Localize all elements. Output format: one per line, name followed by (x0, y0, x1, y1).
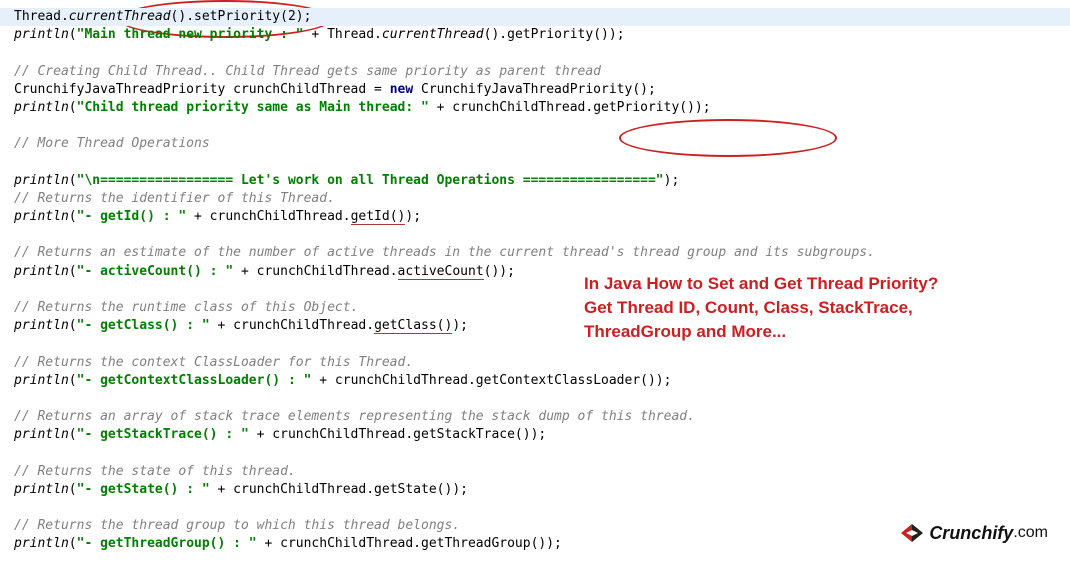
crunchify-logo: Crunchify.com (899, 521, 1048, 546)
code-line-blank (14, 445, 1056, 463)
code-line-blank (14, 499, 1056, 517)
code-comment: // More Thread Operations (14, 135, 1056, 153)
code-comment: // Returns an array of stack trace eleme… (14, 408, 1056, 426)
code-comment: // Returns the identifier of this Thread… (14, 190, 1056, 208)
code-line-5: CrunchifyJavaThreadPriority crunchChildT… (14, 81, 1056, 99)
code-line-12: println("- getId() : " + crunchChildThre… (14, 208, 1056, 226)
code-line-21: println("- getContextClassLoader() : " +… (14, 372, 1056, 390)
code-comment: // Returns an estimate of the number of … (14, 244, 1056, 262)
code-line-6: println("Child thread priority same as M… (14, 99, 1056, 117)
code-line-blank (14, 390, 1056, 408)
code-line-27: println("- getState() : " + crunchChildT… (14, 481, 1056, 499)
code-line-1: Thread.currentThread().setPriority(2); (0, 8, 1070, 26)
code-line-blank (14, 44, 1056, 62)
code-line-2: println("Main thread new priority : " + … (14, 26, 1056, 44)
code-line-blank (14, 117, 1056, 135)
code-line-blank (14, 226, 1056, 244)
annotation-callout-title: In Java How to Set and Get Thread Priori… (584, 272, 938, 343)
code-line-24: println("- getStackTrace() : " + crunchC… (14, 426, 1056, 444)
crunchify-logo-icon (899, 522, 925, 544)
code-line-blank (14, 154, 1056, 172)
code-line-10: println("\n================= Let's work … (14, 172, 1056, 190)
code-comment: // Returns the context ClassLoader for t… (14, 354, 1056, 372)
code-comment: // Creating Child Thread.. Child Thread … (14, 63, 1056, 81)
code-comment: // Returns the state of this thread. (14, 463, 1056, 481)
